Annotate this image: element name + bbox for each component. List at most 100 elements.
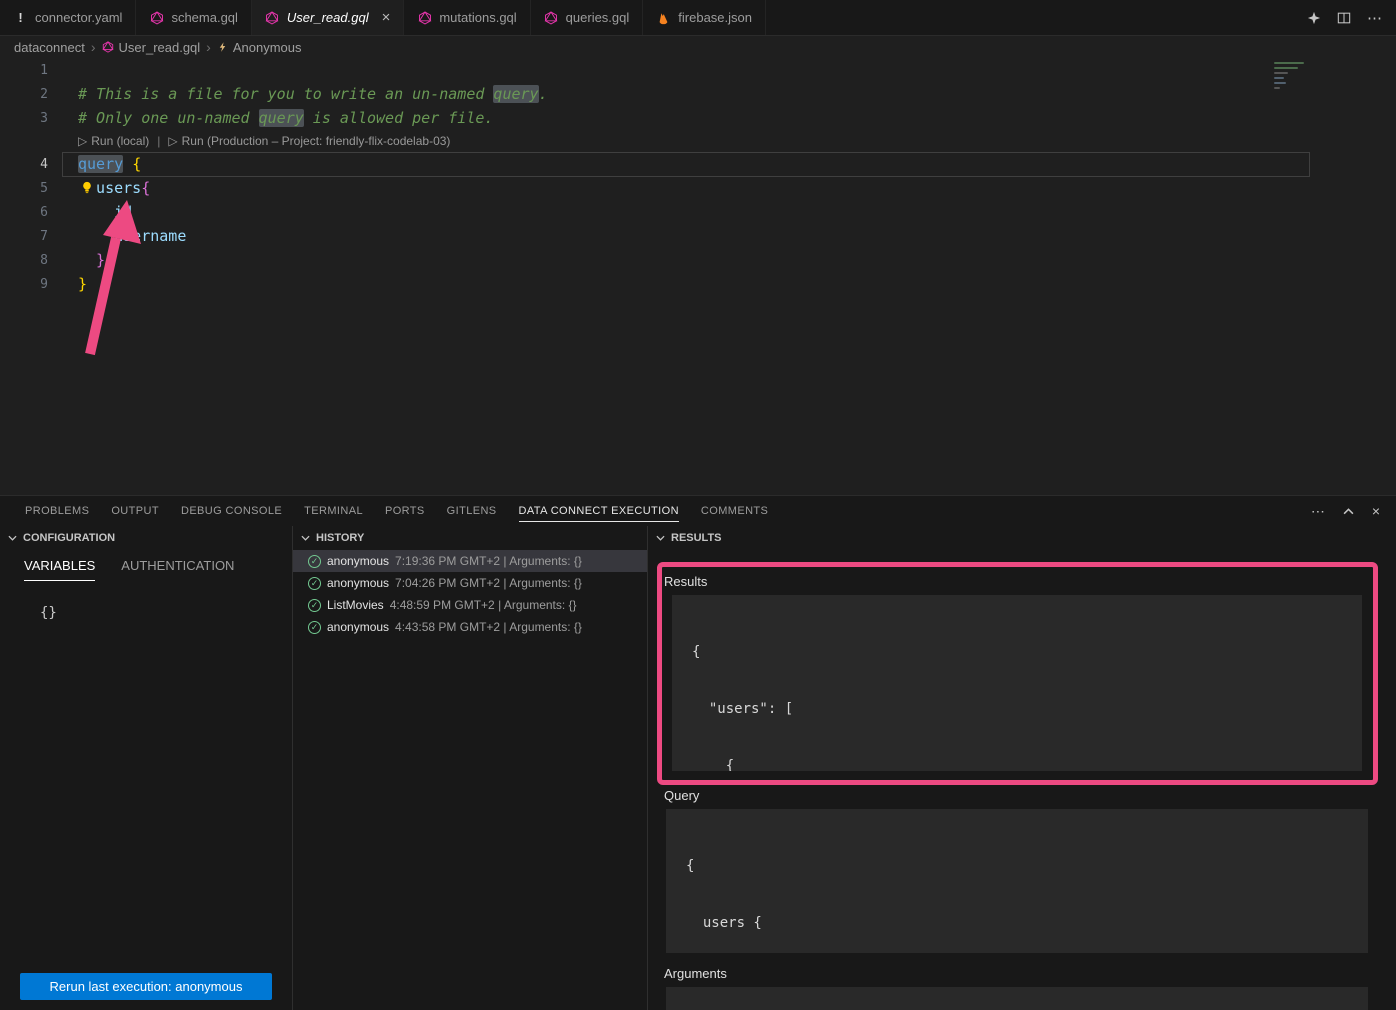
panel-tab-bar: PROBLEMS OUTPUT DEBUG CONSOLE TERMINAL P… — [0, 496, 1396, 526]
chevron-right-icon: › — [206, 39, 211, 55]
keyword-query: query — [78, 155, 123, 173]
code-editor[interactable]: 1 2 # This is a file for you to write an… — [0, 58, 1396, 495]
chevron-right-icon: › — [91, 39, 96, 55]
tab-mutations-gql[interactable]: mutations.gql — [404, 0, 530, 35]
minimap[interactable] — [1274, 62, 1308, 96]
configuration-tabs: VARIABLES AUTHENTICATION — [0, 550, 292, 581]
maximize-panel-icon[interactable] — [1343, 508, 1354, 515]
tab-label: mutations.gql — [439, 10, 516, 25]
highlighted-word: query — [493, 85, 538, 103]
history-row[interactable]: ✓ ListMovies 4:48:59 PM GMT+2 | Argument… — [293, 594, 647, 616]
panel-tab-ports[interactable]: PORTS — [374, 496, 436, 526]
history-name: anonymous — [327, 620, 389, 634]
tab-firebase-json[interactable]: firebase.json — [643, 0, 766, 35]
line-number: 2 — [0, 87, 56, 102]
code-line-2[interactable]: 2 # This is a file for you to write an u… — [0, 82, 1396, 106]
close-brace: } — [78, 275, 87, 293]
arguments-code-box: {} — [666, 987, 1368, 1010]
history-row[interactable]: ✓ anonymous 7:19:36 PM GMT+2 | Arguments… — [293, 550, 647, 572]
graphql-icon — [544, 10, 559, 25]
breadcrumb-symbol-anonymous[interactable]: Anonymous — [217, 40, 302, 55]
history-section: HISTORY ✓ anonymous 7:19:36 PM GMT+2 | A… — [293, 526, 648, 1010]
tab-queries-gql[interactable]: queries.gql — [531, 0, 644, 35]
code-line-9[interactable]: 9 } — [0, 272, 1396, 296]
panel-tab-debug-console[interactable]: DEBUG CONSOLE — [170, 496, 293, 526]
more-actions-icon[interactable]: ⋯ — [1367, 9, 1382, 27]
results-header[interactable]: RESULTS — [648, 526, 1396, 550]
history-meta: 4:43:58 PM GMT+2 | Arguments: {} — [395, 620, 582, 634]
line-number: 8 — [0, 253, 56, 268]
graphql-icon — [417, 10, 432, 25]
tab-schema-gql[interactable]: schema.gql — [136, 0, 251, 35]
breadcrumb-label: User_read.gql — [119, 40, 201, 55]
close-tab-icon[interactable]: × — [382, 10, 391, 25]
configuration-header[interactable]: CONFIGURATION — [0, 526, 292, 550]
tab-label: queries.gql — [566, 10, 630, 25]
panel-tab-data-connect-execution[interactable]: DATA CONNECT EXECUTION — [508, 496, 690, 526]
panel-tab-problems[interactable]: PROBLEMS — [14, 496, 100, 526]
history-row[interactable]: ✓ anonymous 4:43:58 PM GMT+2 | Arguments… — [293, 616, 647, 638]
open-brace: { — [132, 155, 141, 173]
line-number: 3 — [0, 111, 56, 126]
configuration-section: CONFIGURATION VARIABLES AUTHENTICATION {… — [0, 526, 293, 1010]
history-header[interactable]: HISTORY — [293, 526, 647, 550]
history-meta: 7:19:36 PM GMT+2 | Arguments: {} — [395, 554, 582, 568]
panel-tab-comments[interactable]: COMMENTS — [690, 496, 779, 526]
results-label: Results — [664, 574, 1396, 589]
comment-text: . — [539, 85, 548, 103]
open-brace: { — [141, 179, 150, 197]
close-brace: } — [78, 251, 105, 269]
lightbulb-icon[interactable] — [80, 180, 94, 195]
editor-actions: ⋯ — [1293, 0, 1396, 35]
tab-connector-yaml[interactable]: ! connector.yaml — [0, 0, 136, 35]
split-editor-icon[interactable] — [1337, 11, 1351, 25]
line-number: 9 — [0, 277, 56, 292]
highlighted-word: query — [259, 109, 304, 127]
breadcrumb-file[interactable]: User_read.gql — [102, 40, 201, 55]
copilot-sparkle-icon[interactable] — [1307, 11, 1321, 25]
success-check-icon: ✓ — [308, 599, 321, 612]
breadcrumb-label: Anonymous — [233, 40, 302, 55]
tab-user-read-gql[interactable]: User_read.gql × — [252, 0, 404, 35]
json-line: { — [692, 757, 1350, 771]
close-panel-icon[interactable]: × — [1372, 503, 1380, 519]
json-line: { — [692, 643, 1350, 662]
run-local-link[interactable]: ▷ Run (local) — [78, 134, 149, 148]
line-number: 1 — [0, 63, 56, 78]
play-icon: ▷ — [78, 134, 87, 148]
bottom-panel: PROBLEMS OUTPUT DEBUG CONSOLE TERMINAL P… — [0, 495, 1396, 1010]
code-line-5[interactable]: 5 users{ — [0, 176, 1396, 200]
space — [123, 155, 132, 173]
variables-value[interactable]: {} — [40, 605, 292, 621]
graphql-icon — [149, 10, 164, 25]
history-name: anonymous — [327, 554, 389, 568]
firebase-icon — [656, 10, 671, 25]
tab-authentication[interactable]: AUTHENTICATION — [121, 558, 234, 581]
results-json-box: { "users": [ { "id": "OrTucFODZHTksvBSBU… — [672, 595, 1362, 771]
breadcrumb-dataconnect[interactable]: dataconnect — [14, 40, 85, 55]
tab-variables[interactable]: VARIABLES — [24, 558, 95, 581]
history-name: ListMovies — [327, 598, 384, 612]
tab-label: User_read.gql — [287, 10, 369, 25]
more-actions-icon[interactable]: ⋯ — [1311, 503, 1325, 520]
history-row[interactable]: ✓ anonymous 7:04:26 PM GMT+2 | Arguments… — [293, 572, 647, 594]
code-line-8[interactable]: 8 } — [0, 248, 1396, 272]
panel-tab-gitlens[interactable]: GITLENS — [436, 496, 508, 526]
graphql-icon — [102, 41, 114, 53]
code-line-4[interactable]: 4 query { — [0, 152, 1396, 176]
line-number: 6 — [0, 205, 56, 220]
panel-actions: ⋯ × — [1311, 503, 1396, 520]
success-check-icon: ✓ — [308, 577, 321, 590]
code-line-1[interactable]: 1 — [0, 58, 1396, 82]
panel-tab-output[interactable]: OUTPUT — [100, 496, 170, 526]
code-line: { — [686, 857, 1356, 876]
panel-tab-terminal[interactable]: TERMINAL — [293, 496, 374, 526]
rerun-last-execution-button[interactable]: Rerun last execution: anonymous — [20, 973, 272, 1000]
field-username: username — [78, 227, 186, 245]
chevron-down-icon — [656, 535, 665, 541]
run-production-link[interactable]: ▷ Run (Production – Project: friendly-fl… — [168, 134, 450, 148]
code-line-7[interactable]: 7 username — [0, 224, 1396, 248]
code-line-3[interactable]: 3 # Only one un-named query is allowed p… — [0, 106, 1396, 130]
tab-label: schema.gql — [171, 10, 237, 25]
code-line-6[interactable]: 6 id — [0, 200, 1396, 224]
